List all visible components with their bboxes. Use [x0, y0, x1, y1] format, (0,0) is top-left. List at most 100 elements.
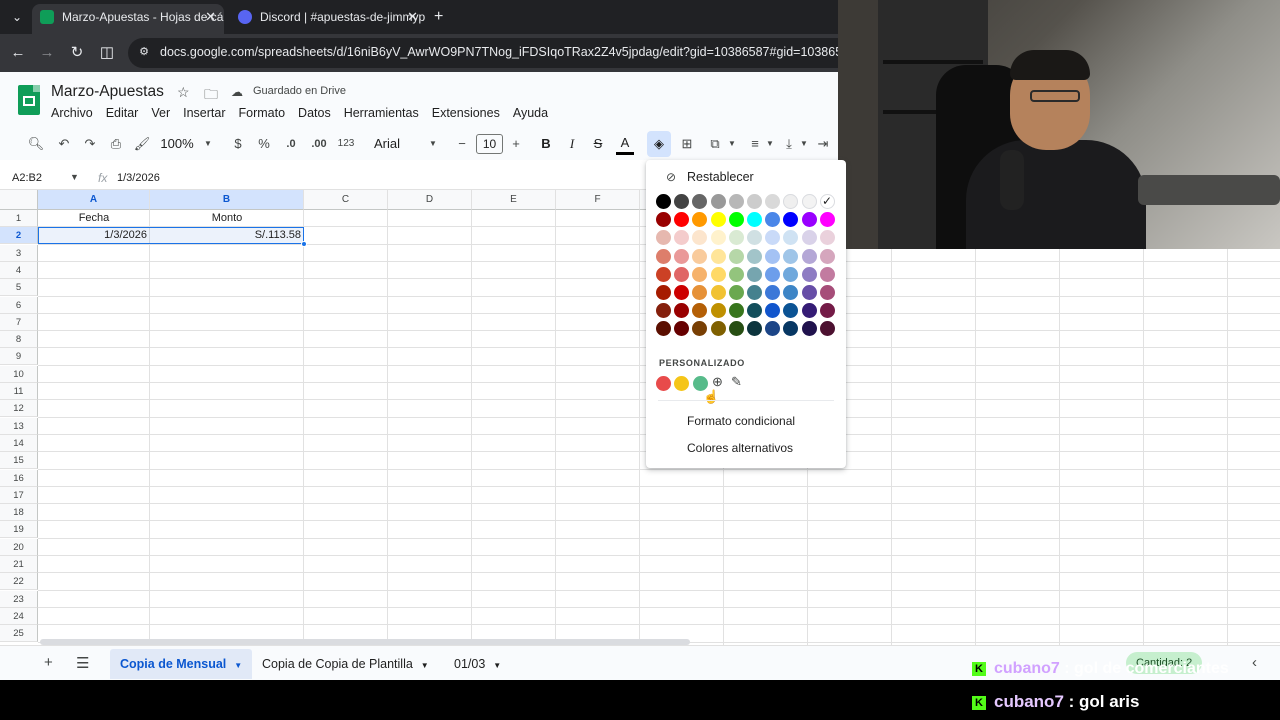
menu-extensiones[interactable]: Extensiones: [432, 106, 500, 120]
all-sheets-icon[interactable]: ☰: [76, 654, 89, 672]
color-swatch[interactable]: [656, 248, 671, 264]
conditional-format-item[interactable]: Formato condicional: [687, 414, 795, 428]
column-header[interactable]: E: [472, 190, 556, 210]
menu-ayuda[interactable]: Ayuda: [513, 106, 548, 120]
color-swatch[interactable]: [710, 230, 726, 246]
color-swatch[interactable]: [656, 266, 671, 282]
row-header[interactable]: 1: [0, 210, 38, 227]
new-tab-icon[interactable]: +: [434, 6, 443, 28]
chevron-down-icon[interactable]: ▼: [493, 661, 501, 670]
chevron-down-icon[interactable]: ▼: [426, 128, 440, 160]
color-swatch[interactable]: [692, 266, 708, 282]
eyedropper-icon[interactable]: ✎: [731, 374, 742, 390]
color-swatch[interactable]: [674, 248, 690, 264]
color-swatch[interactable]: [765, 248, 781, 264]
number-format-button[interactable]: 123: [334, 128, 358, 160]
color-swatch[interactable]: [692, 194, 708, 209]
column-header[interactable]: D: [388, 190, 472, 210]
color-swatch[interactable]: [747, 285, 762, 300]
font-size-plus-icon[interactable]: +: [508, 128, 524, 160]
merge-cells-icon[interactable]: ⧉: [706, 128, 724, 160]
color-swatch[interactable]: [819, 230, 835, 246]
chevron-down-icon[interactable]: ▼: [726, 128, 738, 160]
fill-color-icon[interactable]: ◈: [650, 128, 668, 160]
color-swatch[interactable]: [765, 230, 781, 246]
color-swatch[interactable]: [801, 303, 817, 319]
color-swatch[interactable]: [692, 248, 708, 264]
row-header[interactable]: 14: [0, 434, 38, 452]
color-swatch[interactable]: [674, 266, 690, 282]
cell-b2[interactable]: S/.113.58: [150, 227, 304, 244]
paint-format-icon[interactable]: 🖌︎: [132, 128, 152, 160]
color-swatch[interactable]: [819, 285, 835, 300]
color-swatch[interactable]: [728, 230, 744, 246]
color-swatch[interactable]: [819, 248, 835, 264]
color-swatch[interactable]: [819, 303, 835, 319]
color-swatch[interactable]: [801, 321, 817, 337]
back-icon[interactable]: ←: [7, 42, 29, 64]
star-icon[interactable]: ☆: [177, 84, 190, 101]
color-swatch[interactable]: [747, 248, 762, 264]
row-header[interactable]: 13: [0, 417, 38, 435]
color-swatch[interactable]: [765, 194, 781, 209]
print-icon[interactable]: ⎙: [106, 128, 126, 160]
color-swatch[interactable]: [728, 194, 744, 209]
color-swatch[interactable]: [819, 212, 835, 228]
row-header[interactable]: 18: [0, 504, 38, 522]
increase-decimals-button[interactable]: .00: [306, 128, 332, 160]
color-swatch[interactable]: [674, 285, 690, 300]
add-custom-color-icon[interactable]: ⊕: [712, 374, 723, 390]
forward-icon[interactable]: →: [36, 42, 58, 64]
text-wrap-icon[interactable]: ⇥: [814, 128, 832, 160]
color-swatch[interactable]: [728, 248, 744, 264]
color-swatch[interactable]: [656, 303, 671, 319]
color-swatch[interactable]: [728, 321, 744, 337]
color-swatch[interactable]: [728, 266, 744, 282]
color-swatch[interactable]: [783, 321, 799, 337]
reload-icon[interactable]: ↻: [66, 42, 88, 64]
color-swatch[interactable]: [801, 194, 817, 209]
cell-a1[interactable]: Fecha: [38, 210, 150, 227]
color-swatch[interactable]: [747, 266, 762, 282]
row-header[interactable]: 3: [0, 244, 38, 262]
row-header[interactable]: 9: [0, 348, 38, 366]
color-swatch[interactable]: [801, 212, 817, 228]
color-swatch[interactable]: [765, 212, 781, 228]
font-size-minus-icon[interactable]: −: [454, 128, 470, 160]
chevron-down-icon[interactable]: ▼: [764, 128, 776, 160]
add-sheet-icon[interactable]: +: [44, 654, 53, 671]
color-swatch[interactable]: [747, 321, 762, 337]
color-swatch[interactable]: [692, 285, 708, 300]
row-header[interactable]: 12: [0, 400, 38, 418]
browser-tab-discord[interactable]: Discord | #apuestas-de-jimmyp ✕: [230, 4, 426, 34]
row-header[interactable]: 21: [0, 556, 38, 573]
fill-handle[interactable]: [301, 241, 307, 247]
menu-herramientas[interactable]: Herramientas: [344, 106, 419, 120]
close-icon[interactable]: ✕: [205, 4, 216, 30]
color-swatch[interactable]: [783, 248, 799, 264]
color-swatch[interactable]: [801, 266, 817, 282]
color-swatch[interactable]: [674, 194, 690, 209]
select-all-corner[interactable]: [0, 190, 38, 210]
spreadsheet-grid[interactable]: A B C D E F 1 2 3 4 5 6 7 8 9 10 11 12 13 14 15 16 17 18 1…: [0, 190, 1280, 645]
color-swatch[interactable]: [765, 321, 781, 337]
row-header[interactable]: 4: [0, 261, 38, 279]
column-header[interactable]: B: [150, 190, 304, 210]
color-swatch[interactable]: [710, 321, 726, 337]
color-swatch[interactable]: [765, 285, 781, 300]
chevron-left-icon[interactable]: ‹: [1252, 654, 1257, 671]
chevron-down-icon[interactable]: ▼: [200, 128, 216, 160]
row-header[interactable]: 11: [0, 383, 38, 400]
column-header[interactable]: A: [38, 190, 150, 210]
color-swatch[interactable]: [692, 212, 708, 228]
custom-swatch-yellow[interactable]: [674, 376, 689, 391]
color-swatch[interactable]: [674, 303, 690, 319]
color-swatch[interactable]: [710, 303, 726, 319]
doc-title[interactable]: Marzo-Apuestas: [51, 83, 164, 101]
menu-archivo[interactable]: Archivo: [51, 106, 93, 120]
color-swatch[interactable]: [710, 248, 726, 264]
menu-insertar[interactable]: Insertar: [183, 106, 225, 120]
decrease-decimals-button[interactable]: .0: [280, 128, 302, 160]
color-swatch[interactable]: [747, 194, 762, 209]
menu-datos[interactable]: Datos: [298, 106, 331, 120]
